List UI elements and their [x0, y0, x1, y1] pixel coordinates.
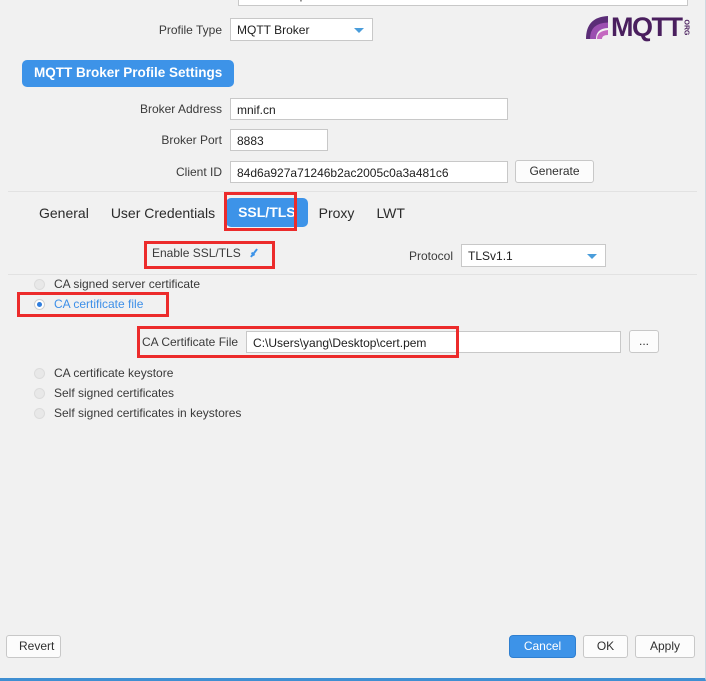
- apply-button[interactable]: Apply: [635, 635, 695, 658]
- ca-certificate-file-label: CA Certificate File: [142, 334, 239, 349]
- radio-icon: [34, 407, 45, 419]
- tab-bar: General User Credentials SSL/TLS Proxy L…: [28, 198, 416, 227]
- broker-address-label: Broker Address: [139, 102, 222, 116]
- radio-label: CA signed server certificate: [54, 277, 201, 291]
- radio-icon: [34, 387, 45, 399]
- revert-button[interactable]: Revert: [6, 635, 61, 658]
- protocol-label: Protocol: [409, 248, 454, 263]
- enable-ssl-tls-label: Enable SSL/TLS: [152, 246, 241, 260]
- broker-port-row: Broker Port 8883: [0, 129, 328, 151]
- section-title-mqtt-broker-profile-settings: MQTT Broker Profile Settings: [22, 60, 235, 87]
- mqtt-logo-text: MQTT: [611, 11, 683, 42]
- protocol-value: TLSv1.1: [468, 248, 513, 263]
- mqtt-org-logo: MQTT ORG: [584, 10, 696, 44]
- radio-label: Self signed certificates in keystores: [54, 406, 242, 420]
- browse-file-button[interactable]: ...: [629, 330, 660, 353]
- radio-icon: [34, 367, 45, 379]
- client-id-label: Client ID: [175, 164, 222, 179]
- broker-port-label: Broker Port: [161, 133, 222, 147]
- client-id-input[interactable]: 84d6a927a71246b2ac2005c0a3a481c6: [230, 160, 508, 183]
- tab-lwt[interactable]: LWT: [365, 200, 416, 226]
- radio-self-signed-certificates[interactable]: Self signed certificates: [34, 386, 174, 400]
- chevron-down-icon: [587, 253, 598, 259]
- radio-selected-icon: [34, 298, 45, 310]
- profile-name-input[interactable]: local mosquitto: [238, 0, 688, 6]
- enable-ssl-tls-row[interactable]: Enable SSL/TLS: [152, 246, 263, 260]
- broker-address-row: Broker Address mnif.cn: [0, 98, 508, 120]
- radio-ca-signed-server-certificate[interactable]: CA signed server certificate: [34, 277, 200, 291]
- radio-ca-certificate-keystore[interactable]: CA certificate keystore: [34, 366, 173, 380]
- profile-type-label: Profile Type: [158, 22, 222, 37]
- profile-type-row: Profile Type MQTT Broker: [0, 18, 380, 41]
- tab-user-credentials[interactable]: User Credentials: [100, 200, 226, 226]
- tab-proxy[interactable]: Proxy: [308, 200, 366, 226]
- radio-label: CA certificate keystore: [54, 366, 174, 380]
- mqtt-broker-profile-dialog: local mosquitto Profile Type MQTT Broker…: [0, 0, 706, 681]
- radio-label: Self signed certificates: [54, 386, 175, 400]
- radio-self-signed-certificates-in-keystores[interactable]: Self signed certificates in keystores: [34, 406, 241, 420]
- profile-type-select[interactable]: MQTT Broker: [230, 18, 373, 41]
- cancel-button[interactable]: Cancel: [509, 635, 576, 658]
- protocol-select[interactable]: TLSv1.1: [461, 244, 607, 267]
- radio-ca-certificate-file[interactable]: CA certificate file: [34, 297, 143, 311]
- broker-port-input[interactable]: 8883: [230, 129, 328, 151]
- ca-certificate-file-row: CA Certificate File C:\Users\yang\Deskto…: [142, 330, 660, 353]
- generate-button[interactable]: Generate: [515, 160, 594, 183]
- protocol-row: Protocol TLSv1.1: [409, 244, 607, 267]
- tab-general[interactable]: General: [28, 200, 100, 226]
- radio-icon: [34, 278, 45, 290]
- tab-ssl-tls[interactable]: SSL/TLS: [226, 198, 308, 227]
- ca-certificate-file-input[interactable]: C:\Users\yang\Desktop\cert.pem: [246, 330, 622, 353]
- dialog-footer: Revert Cancel OK Apply: [0, 617, 705, 675]
- profile-type-value: MQTT Broker: [237, 22, 310, 37]
- radio-label: CA certificate file: [54, 297, 144, 311]
- mqtt-logo-org: ORG: [682, 19, 690, 35]
- checkmark-icon[interactable]: [249, 246, 263, 260]
- broker-address-input[interactable]: mnif.cn: [230, 98, 508, 120]
- ok-button[interactable]: OK: [583, 635, 628, 658]
- chevron-down-icon: [354, 27, 364, 33]
- divider-under-enable-row: [8, 274, 697, 275]
- client-id-row: Client ID 84d6a927a71246b2ac2005c0a3a481…: [0, 160, 594, 183]
- divider-above-tabs: [8, 191, 697, 192]
- mqtt-swoosh-icon: [586, 15, 608, 39]
